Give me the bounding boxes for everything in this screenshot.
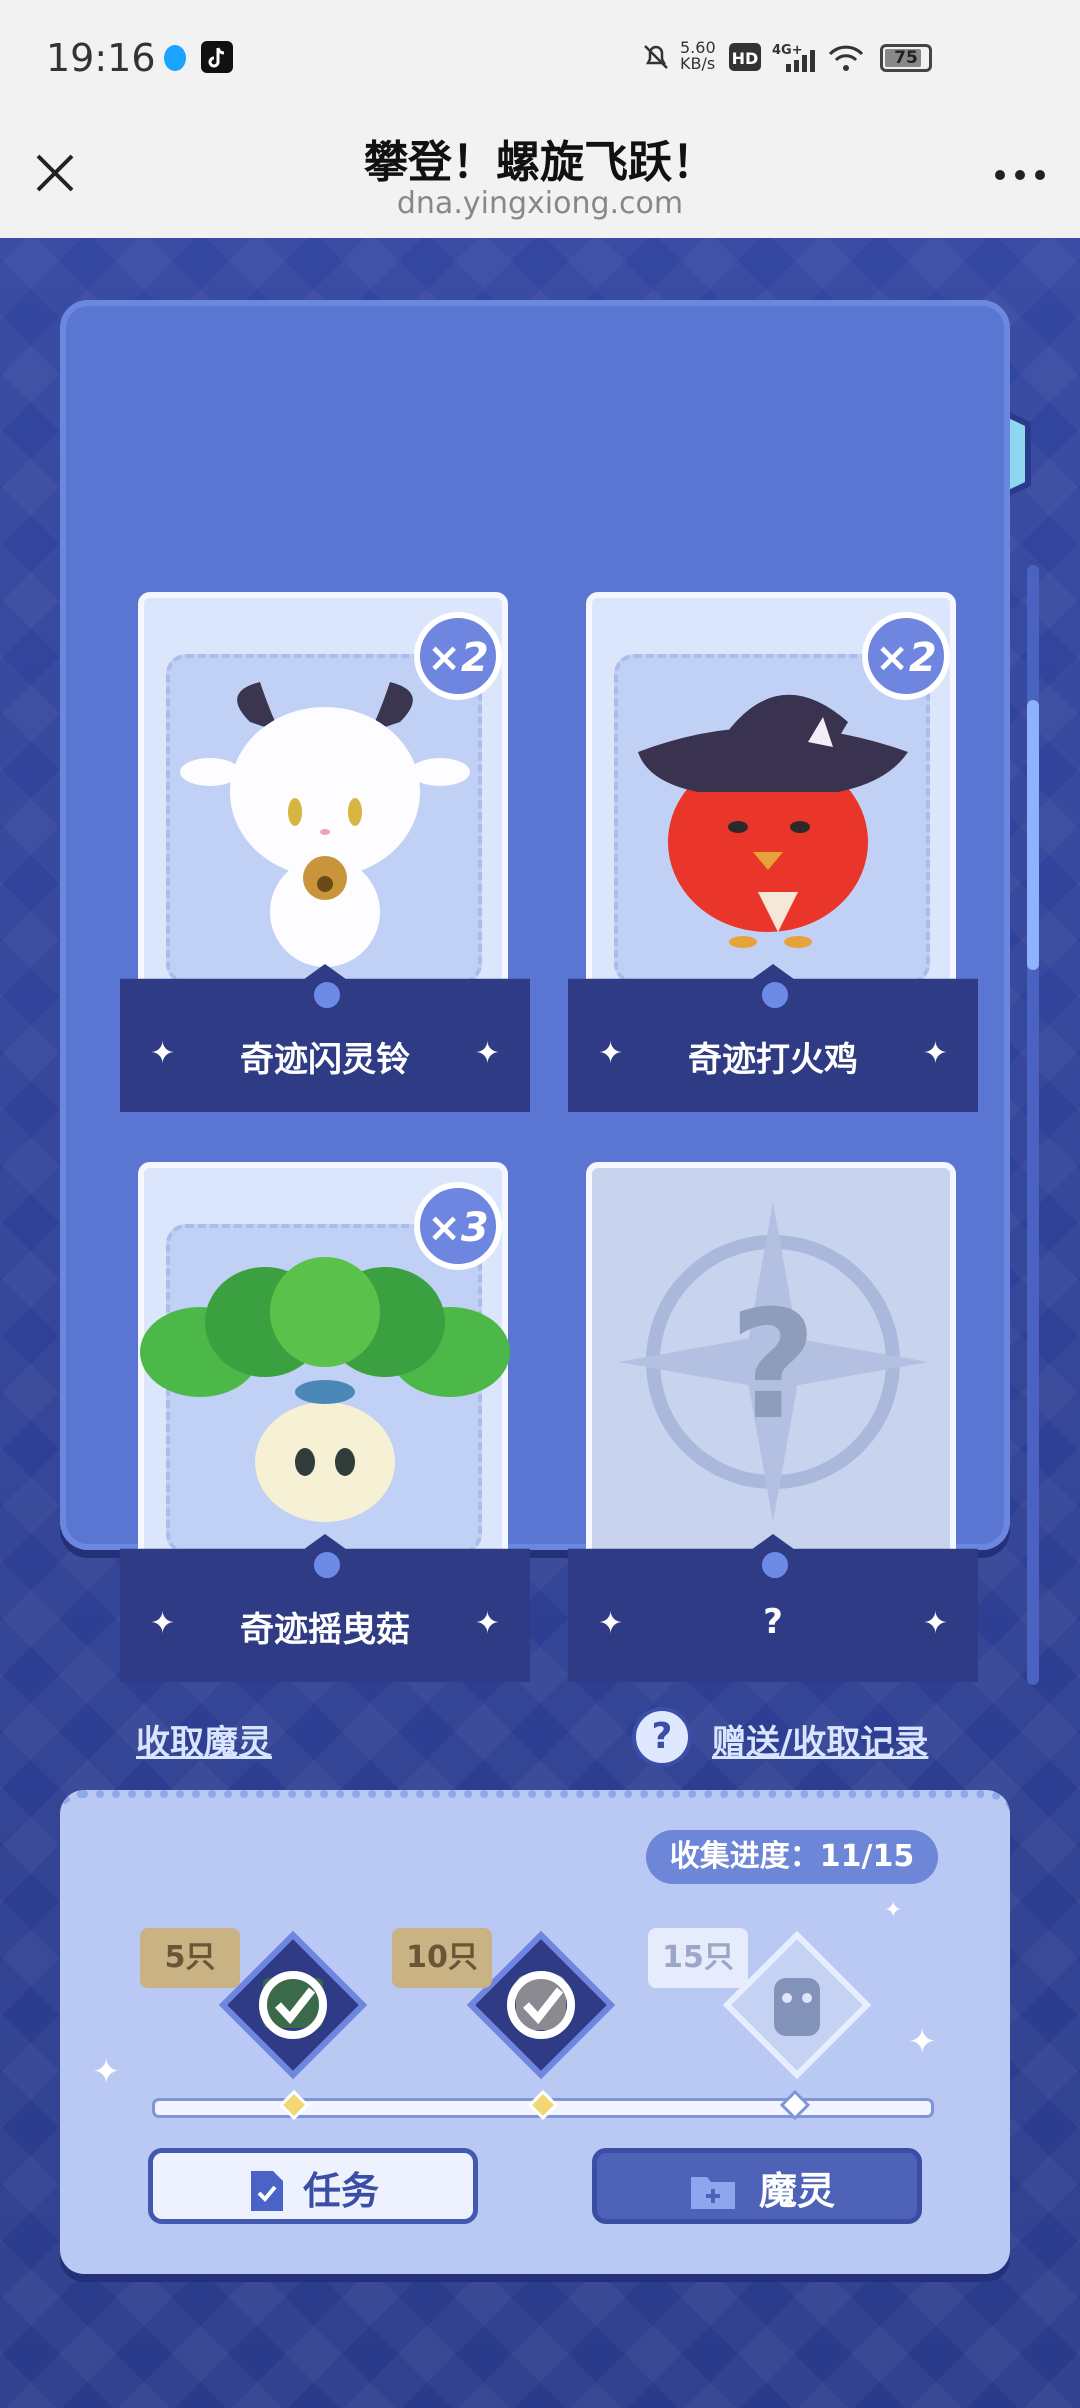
pet-button[interactable]: 魔灵 — [592, 2148, 922, 2224]
track-marker-icon — [528, 2090, 558, 2120]
track-marker-icon — [780, 2090, 810, 2120]
milestone-tag: 15只 — [648, 1928, 748, 1988]
card-name: 奇迹打火鸡 — [688, 1040, 858, 1080]
milestone-reward-1[interactable] — [218, 1930, 368, 2080]
bell-spirit-illustration — [180, 682, 470, 967]
swaying-mushroom-illustration — [140, 1257, 510, 1522]
tiktok-icon — [201, 41, 233, 73]
scrollbar-thumb[interactable] — [1027, 700, 1039, 970]
mute-bell-icon — [644, 45, 668, 69]
task-button-label: 任务 — [303, 2169, 380, 2213]
folder-add-icon — [691, 2177, 735, 2209]
pet-card-locked[interactable]: ? ✦ ✦ ? — [568, 1162, 978, 1682]
more-icon[interactable] — [990, 160, 1050, 190]
svg-text:HD: HD — [732, 49, 759, 68]
pet-card[interactable]: ×2 ✦ ✦ 奇迹打火鸡 — [568, 592, 978, 1112]
pet-card[interactable]: ×3 ✦ ✦ 奇迹摇曳菇 — [120, 1162, 530, 1682]
mystery-card-illustration: ? — [618, 1202, 928, 1522]
progress-value: 11/15 — [819, 1839, 915, 1874]
net-speed: 5.60 KB/s — [680, 38, 716, 73]
collect-pets-link[interactable]: 收取魔灵 — [136, 1715, 272, 1764]
sparkle-icon: ✦ — [92, 2052, 121, 2092]
battery-level: 75 — [894, 48, 918, 68]
card-name: ? — [763, 1602, 783, 1642]
track-marker-icon — [279, 2090, 309, 2120]
card-name: 奇迹摇曳菇 — [240, 1610, 410, 1650]
page-title: 攀登！螺旋飞跃！ — [364, 137, 716, 188]
svg-text:4G+: 4G+ — [772, 43, 803, 58]
progress-pill: 收集进度：11/15 — [646, 1830, 938, 1884]
pet-card[interactable]: ×2 ✦ ✦ 奇迹闪灵铃 — [120, 592, 530, 1112]
task-document-icon — [251, 2171, 283, 2211]
pet-button-label: 魔灵 — [759, 2169, 836, 2213]
help-circle-icon[interactable]: ? — [632, 1707, 692, 1767]
sparkle-icon: ✦ — [908, 2022, 937, 2062]
status-bar: 19:16 5.60 KB/s HD 4G+ 75 — [0, 0, 1080, 120]
card-pin — [758, 1548, 792, 1582]
card-pin — [310, 1548, 344, 1582]
wifi-icon — [828, 45, 864, 71]
milestone-tag: 5只 — [140, 1928, 240, 1988]
count-badge: ×2 — [862, 612, 950, 700]
browser-nav-bar: 攀登！螺旋飞跃！ dna.yingxiong.com — [0, 120, 1080, 238]
count-badge: ×3 — [414, 1182, 502, 1270]
hd-icon: HD — [729, 43, 761, 71]
status-time: 19:16 — [46, 36, 156, 80]
fire-chicken-illustration — [638, 694, 908, 948]
question-mark-icon: ? — [729, 1279, 816, 1453]
battery-icon: 75 — [880, 44, 932, 72]
sparkle-icon: ✦ — [884, 1898, 903, 1923]
progress-label: 收集进度： — [669, 1839, 820, 1874]
card-pin — [758, 978, 792, 1012]
milestone-tag: 10只 — [392, 1928, 492, 1988]
card-pin — [310, 978, 344, 1012]
qq-icon — [164, 45, 186, 71]
count-badge: ×2 — [414, 612, 502, 700]
card-name: 奇迹闪灵铃 — [240, 1040, 410, 1080]
task-button[interactable]: 任务 — [148, 2148, 478, 2224]
signal-4g-icon: 4G+ — [772, 43, 815, 72]
page-url: dna.yingxiong.com — [396, 186, 684, 221]
gift-history-link[interactable]: 赠送/收取记录 — [712, 1715, 928, 1764]
